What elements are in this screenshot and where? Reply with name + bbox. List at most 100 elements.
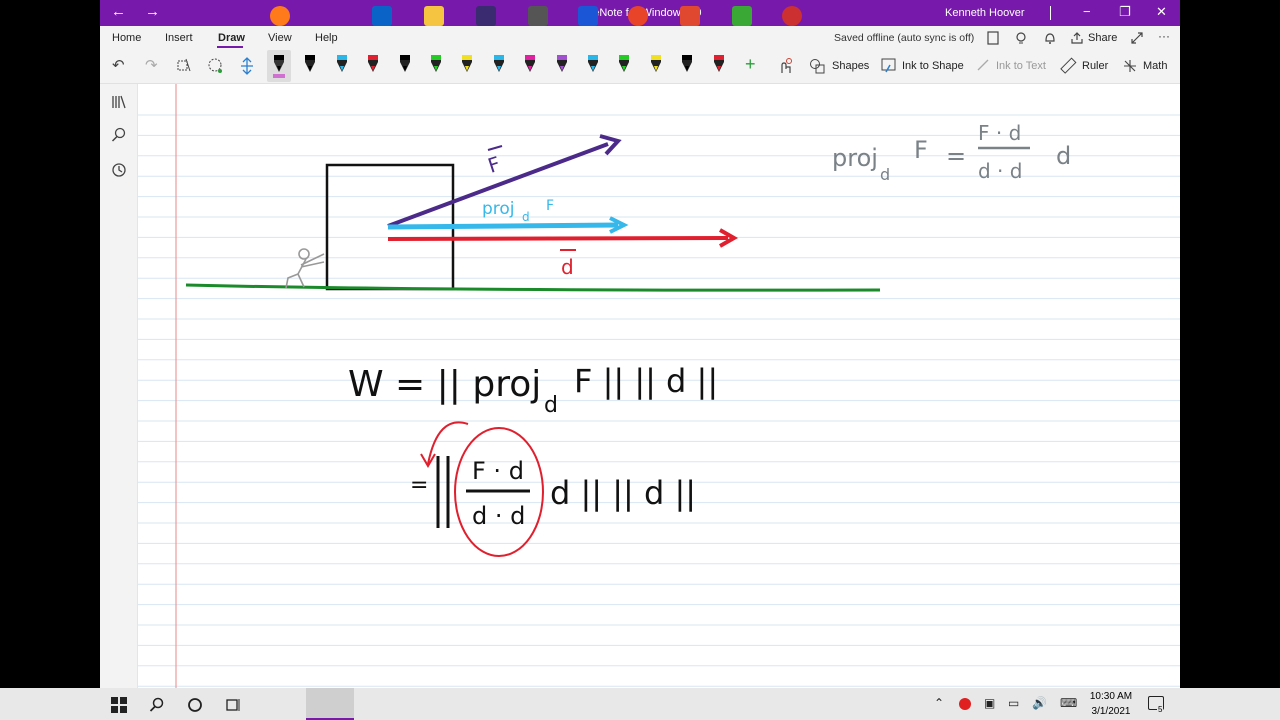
displacement-vector <box>387 236 729 241</box>
pen-8-icon[interactable] <box>491 52 505 80</box>
file-explorer-icon[interactable] <box>424 6 444 26</box>
math-button[interactable]: Math <box>1143 60 1167 72</box>
add-space-icon[interactable] <box>239 57 255 75</box>
camtasia-red-icon[interactable] <box>680 6 700 26</box>
keyboard-icon[interactable]: ⌨ <box>1060 696 1077 710</box>
recording-icon[interactable] <box>959 698 971 710</box>
right-letterbox <box>1180 0 1280 688</box>
pen-5-icon[interactable] <box>397 52 411 80</box>
title-separator <box>1050 6 1051 20</box>
pen-6-icon[interactable] <box>428 52 442 80</box>
lasso-icon[interactable] <box>207 57 225 75</box>
force-label-arrow <box>487 145 503 151</box>
ruler-button[interactable]: Ruler <box>1082 60 1108 72</box>
expanded-tail: d || || d || <box>550 474 696 512</box>
pen-15-icon[interactable] <box>711 52 725 80</box>
pen-10-icon[interactable] <box>554 52 568 80</box>
tab-home[interactable]: Home <box>112 32 141 44</box>
ground-line <box>185 283 881 292</box>
restore-button[interactable]: ❐ <box>1119 4 1131 20</box>
pen-9-icon[interactable] <box>522 52 536 80</box>
taskbar-time[interactable]: 10:30 AM <box>1085 691 1137 702</box>
stick-figure <box>285 248 325 289</box>
taskbar-date[interactable]: 3/1/2021 <box>1085 706 1137 717</box>
pen-7-icon[interactable] <box>459 52 473 80</box>
work-eq-start: W = || proj <box>348 364 541 405</box>
firefox-icon[interactable] <box>270 6 290 26</box>
pen-11-icon[interactable] <box>585 52 599 80</box>
battery-icon[interactable]: ▭ <box>1008 696 1019 710</box>
work-eq-tail: F || || d || <box>574 362 718 400</box>
notebook-icon[interactable] <box>986 31 1000 45</box>
pen-1-icon[interactable] <box>271 52 285 80</box>
formula-f: F <box>914 136 928 164</box>
tab-draw[interactable]: Draw <box>218 32 245 44</box>
projection-sup-label: F <box>546 198 554 214</box>
minimize-button[interactable]: − <box>1083 4 1091 20</box>
ink-drawing[interactable]: F proj d F d proj d F = F · d d · d d W … <box>138 84 1180 688</box>
projection-formula: proj d F = F · d d · d d <box>832 121 1071 184</box>
expand-icon[interactable] <box>1130 31 1144 45</box>
formula-d: d <box>1056 142 1071 170</box>
task-view-icon[interactable] <box>225 697 241 713</box>
bell-icon[interactable] <box>1043 31 1057 45</box>
cortana-icon[interactable] <box>187 697 203 713</box>
share-button[interactable]: Share <box>1088 32 1117 44</box>
tab-help[interactable]: Help <box>315 32 338 44</box>
formula-proj: proj <box>832 144 878 172</box>
tray-chevron-icon[interactable]: ⌃ <box>934 696 944 710</box>
ink-to-shape-icon[interactable] <box>880 57 898 75</box>
malwarebytes-icon[interactable] <box>578 6 598 26</box>
notebooks-icon[interactable] <box>111 94 127 110</box>
projection-sub-label: d <box>522 210 530 224</box>
search-icon[interactable] <box>111 127 127 143</box>
ink-to-text-button[interactable]: Ink to Text <box>996 60 1046 72</box>
outlook-icon[interactable] <box>372 6 392 26</box>
add-pen-button[interactable]: + <box>745 55 756 73</box>
shapes-icon[interactable] <box>808 57 826 75</box>
app-icon[interactable] <box>476 6 496 26</box>
snip-tool-icon[interactable] <box>782 6 802 26</box>
windows-start-icon[interactable] <box>111 697 127 713</box>
expanded-equation: = F · d d · d d || || d || <box>410 456 696 530</box>
pen-14-icon[interactable] <box>679 52 693 80</box>
screen-icon[interactable]: ▣ <box>984 696 995 710</box>
navigation-sidebar <box>100 84 138 688</box>
camtasia-green-icon[interactable] <box>732 6 752 26</box>
ruler-icon[interactable] <box>1060 57 1078 75</box>
pen-12-icon[interactable] <box>616 52 630 80</box>
pen-13-icon[interactable] <box>648 52 662 80</box>
sync-status: Saved offline (auto sync is off) <box>834 32 975 44</box>
ruled-lines <box>138 114 1180 687</box>
calculator-icon[interactable] <box>528 6 548 26</box>
draw-toolbar: ↶ ↷ + Shapes Ink to Shape Ink to Text Ru… <box>100 50 1180 84</box>
taskbar-active-app <box>306 688 354 720</box>
formula-den: d · d <box>978 159 1022 183</box>
close-button[interactable]: ✕ <box>1156 4 1167 20</box>
undo-icon[interactable]: ↶ <box>112 57 125 75</box>
tab-view[interactable]: View <box>268 32 292 44</box>
touch-draw-icon[interactable] <box>778 57 794 75</box>
more-options-icon[interactable]: ··· <box>1158 29 1170 43</box>
ink-to-shape-button[interactable]: Ink to Shape <box>902 60 964 72</box>
volume-icon[interactable]: 🔊 <box>1032 696 1047 710</box>
share-icon[interactable] <box>1070 31 1084 45</box>
chrome-icon[interactable] <box>628 6 648 26</box>
redo-icon[interactable]: ↷ <box>145 57 158 75</box>
tab-insert[interactable]: Insert <box>165 32 193 44</box>
taskbar-search-icon[interactable] <box>149 697 165 713</box>
recent-notes-icon[interactable] <box>111 162 127 178</box>
onenote-taskbar-icon[interactable] <box>320 6 340 26</box>
lightbulb-icon[interactable] <box>1014 31 1028 45</box>
ink-to-text-icon <box>977 59 989 71</box>
pen-3-icon[interactable] <box>334 52 348 80</box>
user-name[interactable]: Kenneth Hoover <box>945 7 1025 19</box>
pen-2-icon[interactable] <box>302 52 316 80</box>
lasso-select-icon[interactable] <box>176 57 192 73</box>
shapes-button[interactable]: Shapes <box>832 60 869 72</box>
pen-4-icon[interactable] <box>365 52 379 80</box>
expanded-num: F · d <box>472 457 524 485</box>
work-eq-sub: d <box>544 393 558 418</box>
math-icon[interactable] <box>1121 57 1139 75</box>
note-canvas[interactable]: F proj d F d proj d F = F · d d · d d W … <box>138 84 1180 688</box>
